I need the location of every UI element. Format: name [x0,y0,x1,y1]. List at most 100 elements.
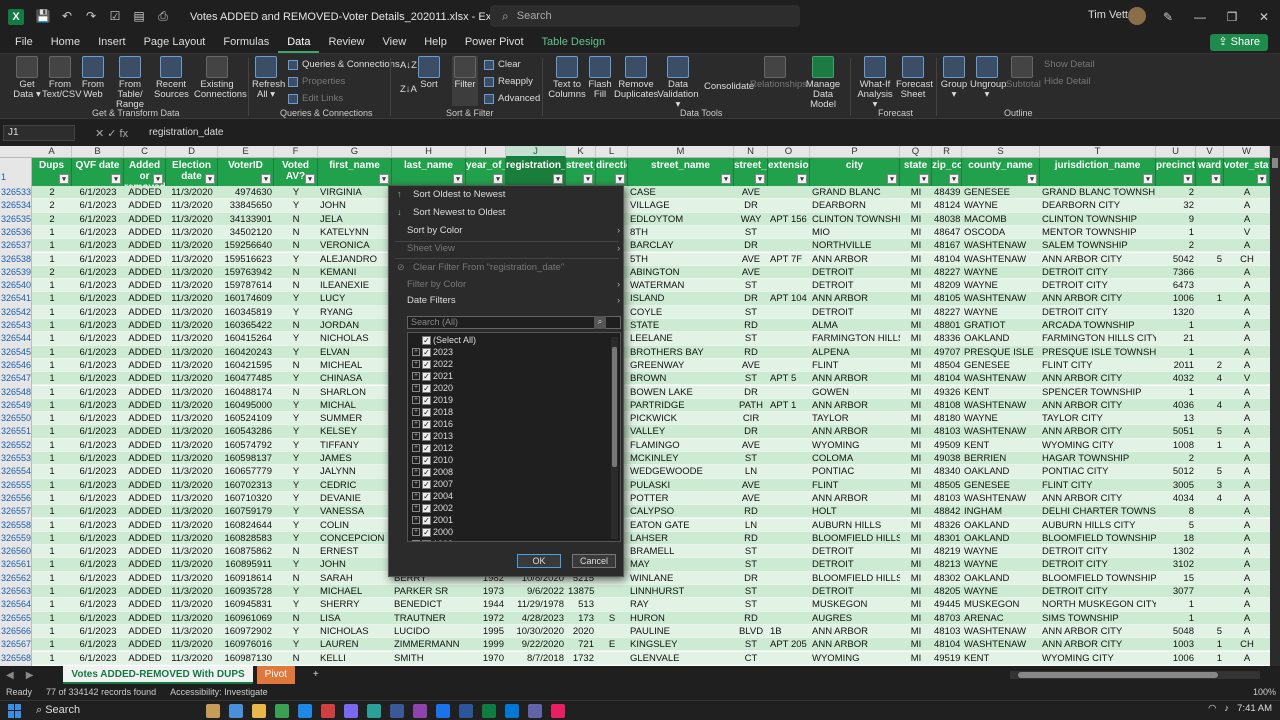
table-cell[interactable]: GLENVALE [628,652,734,665]
cancel-button[interactable]: Cancel [572,554,616,568]
table-cell[interactable] [1196,572,1224,585]
checkbox[interactable]: ✓ [422,335,431,345]
column-letter[interactable]: E [218,146,274,158]
row-number[interactable]: 326550 [0,413,32,423]
tab-table-design[interactable]: Table Design [533,33,615,53]
data-validation-button[interactable]: Data Validation ▾ [656,56,700,110]
table-row[interactable]: 1 6/1/2023 ADDED 11/3/2020 160976016 Y LAUREN Z… [32,638,1270,652]
table-cell[interactable]: 1732 [566,652,596,665]
expand-icon[interactable]: + [412,420,420,428]
table-cell[interactable]: A [1224,306,1270,319]
expand-icon[interactable]: + [412,516,420,524]
table-cell[interactable] [596,625,628,638]
table-cell[interactable]: 11/3/2020 [166,199,218,212]
table-cell[interactable]: ST [734,372,768,385]
column-letter[interactable]: A [32,146,72,158]
row-number[interactable]: 326558 [0,520,32,530]
table-cell[interactable]: DEARBORN [810,199,900,212]
table-cell[interactable]: 33845650 [218,199,274,212]
next-sheet-icon[interactable]: ▶ [26,670,34,681]
table-cell[interactable]: 721 [566,638,596,651]
filter-list-item[interactable]: + ✓ 2000 [412,526,453,538]
filter-dropdown-icon[interactable]: ▾ [205,174,215,184]
table-cell[interactable]: 160987130 [218,652,274,665]
table-cell[interactable] [596,652,628,665]
table-cell[interactable]: DR [734,572,768,585]
table-cell[interactable]: 6/1/2023 [72,332,124,345]
table-cell[interactable]: 4032 [1156,372,1196,385]
table-cell[interactable]: RD [734,505,768,518]
table-cell[interactable]: 11/29/1978 [506,598,566,611]
table-cell[interactable]: LN [734,465,768,478]
table-cell[interactable]: 160759179 [218,505,274,518]
table-cell[interactable]: DETROIT [810,558,900,571]
table-cell[interactable]: ANN ARBOR [810,425,900,438]
table-cell[interactable]: MI [900,572,932,585]
table-cell[interactable]: 6/1/2023 [72,532,124,545]
table-cell[interactable]: 1 [32,279,72,292]
table-cell[interactable]: FLINT CITY [1040,479,1156,492]
table-cell[interactable] [768,452,810,465]
table-cell[interactable]: WASHTENAW [962,638,1040,651]
filter-dropdown-icon[interactable]: ▾ [887,174,897,184]
table-cell[interactable]: WASHTENAW [962,292,1040,305]
volume-icon[interactable]: ♪ [1224,703,1229,714]
table-cell[interactable]: Y [274,332,318,345]
horizontal-scrollbar[interactable] [1010,671,1260,679]
table-cell[interactable]: 1 [32,625,72,638]
table-row[interactable]: 1 6/1/2023 ADDED 11/3/2020 160918614 N SARAH BE… [32,571,1270,585]
checkbox[interactable]: ✓ [422,383,431,393]
table-row[interactable]: 1 6/1/2023 ADDED 11/3/2020 160961069 N LISA TRA… [32,611,1270,625]
table-cell[interactable]: 5 [1196,425,1224,438]
tab-view[interactable]: View [374,33,416,53]
table-cell[interactable]: WASHTENAW [962,253,1040,266]
table-cell[interactable]: 1320 [1156,306,1196,319]
table-cell[interactable]: A [1224,479,1270,492]
table-cell[interactable]: 160574792 [218,439,274,452]
table-cell[interactable]: ANN ARBOR CITY [1040,492,1156,505]
table-cell[interactable]: ADDED [124,253,166,266]
table-cell[interactable]: GENESEE [962,479,1040,492]
table-cell[interactable]: GREENWAY [628,359,734,372]
table-cell[interactable]: WAYNE [962,558,1040,571]
table-cell[interactable]: 6/1/2023 [72,279,124,292]
table-cell[interactable]: NORTHVILLE [810,239,900,252]
filter-dropdown-icon[interactable]: ▾ [59,174,69,184]
row-number[interactable]: 1 [0,172,32,182]
table-cell[interactable]: 11/3/2020 [166,319,218,332]
table-cell[interactable]: 3 [1196,479,1224,492]
table-cell[interactable]: A [1224,532,1270,545]
column-letter[interactable]: P [810,146,900,158]
table-cell[interactable]: 6/1/2023 [72,585,124,598]
group-button[interactable]: Group ▾ [940,56,968,100]
table-cell[interactable]: 1999 [466,638,506,651]
tab-file[interactable]: File [6,33,42,53]
chrome-icon[interactable] [275,703,289,718]
table-cell[interactable]: WYOMING [810,439,900,452]
table-cell[interactable]: 11/3/2020 [166,519,218,532]
table-row[interactable]: 2 6/1/2023 ADDED 11/3/2020 34133901 N JELA EDLO… [32,212,1270,226]
table-cell[interactable]: ADDED [124,585,166,598]
queries-connections-button[interactable]: Queries & Connections [288,59,400,70]
table-row[interactable]: 1 6/1/2023 ADDED 11/3/2020 160598137 Y JAMES MC… [32,452,1270,466]
table-cell[interactable]: ANN ARBOR CITY [1040,399,1156,412]
table-cell[interactable]: ALEJANDRO [318,253,392,266]
table-cell[interactable]: NICHOLAS [318,332,392,345]
table-cell[interactable]: ADDED [124,239,166,252]
table-cell[interactable]: 160415264 [218,332,274,345]
table-cell[interactable]: 11/3/2020 [166,213,218,226]
table-cell[interactable]: JOHN [318,199,392,212]
table-cell[interactable] [1196,186,1224,199]
table-cell[interactable]: MI [900,479,932,492]
table-row[interactable]: 1 6/1/2023 ADDED 11/3/2020 160710320 Y DEVANIE… [32,491,1270,506]
sort-button[interactable]: Sort [418,56,440,90]
table-cell[interactable]: 6/1/2023 [72,558,124,571]
table-cell[interactable] [768,558,810,571]
table-cell[interactable]: SARAH [318,572,392,585]
sheet-view[interactable]: Sheet View [407,242,620,256]
app-icon[interactable] [229,703,243,718]
table-cell[interactable]: 2 [1156,186,1196,199]
table-cell[interactable]: ADDED [124,598,166,611]
table-cell[interactable]: 48103 [932,625,962,638]
table-cell[interactable]: MI [900,625,932,638]
